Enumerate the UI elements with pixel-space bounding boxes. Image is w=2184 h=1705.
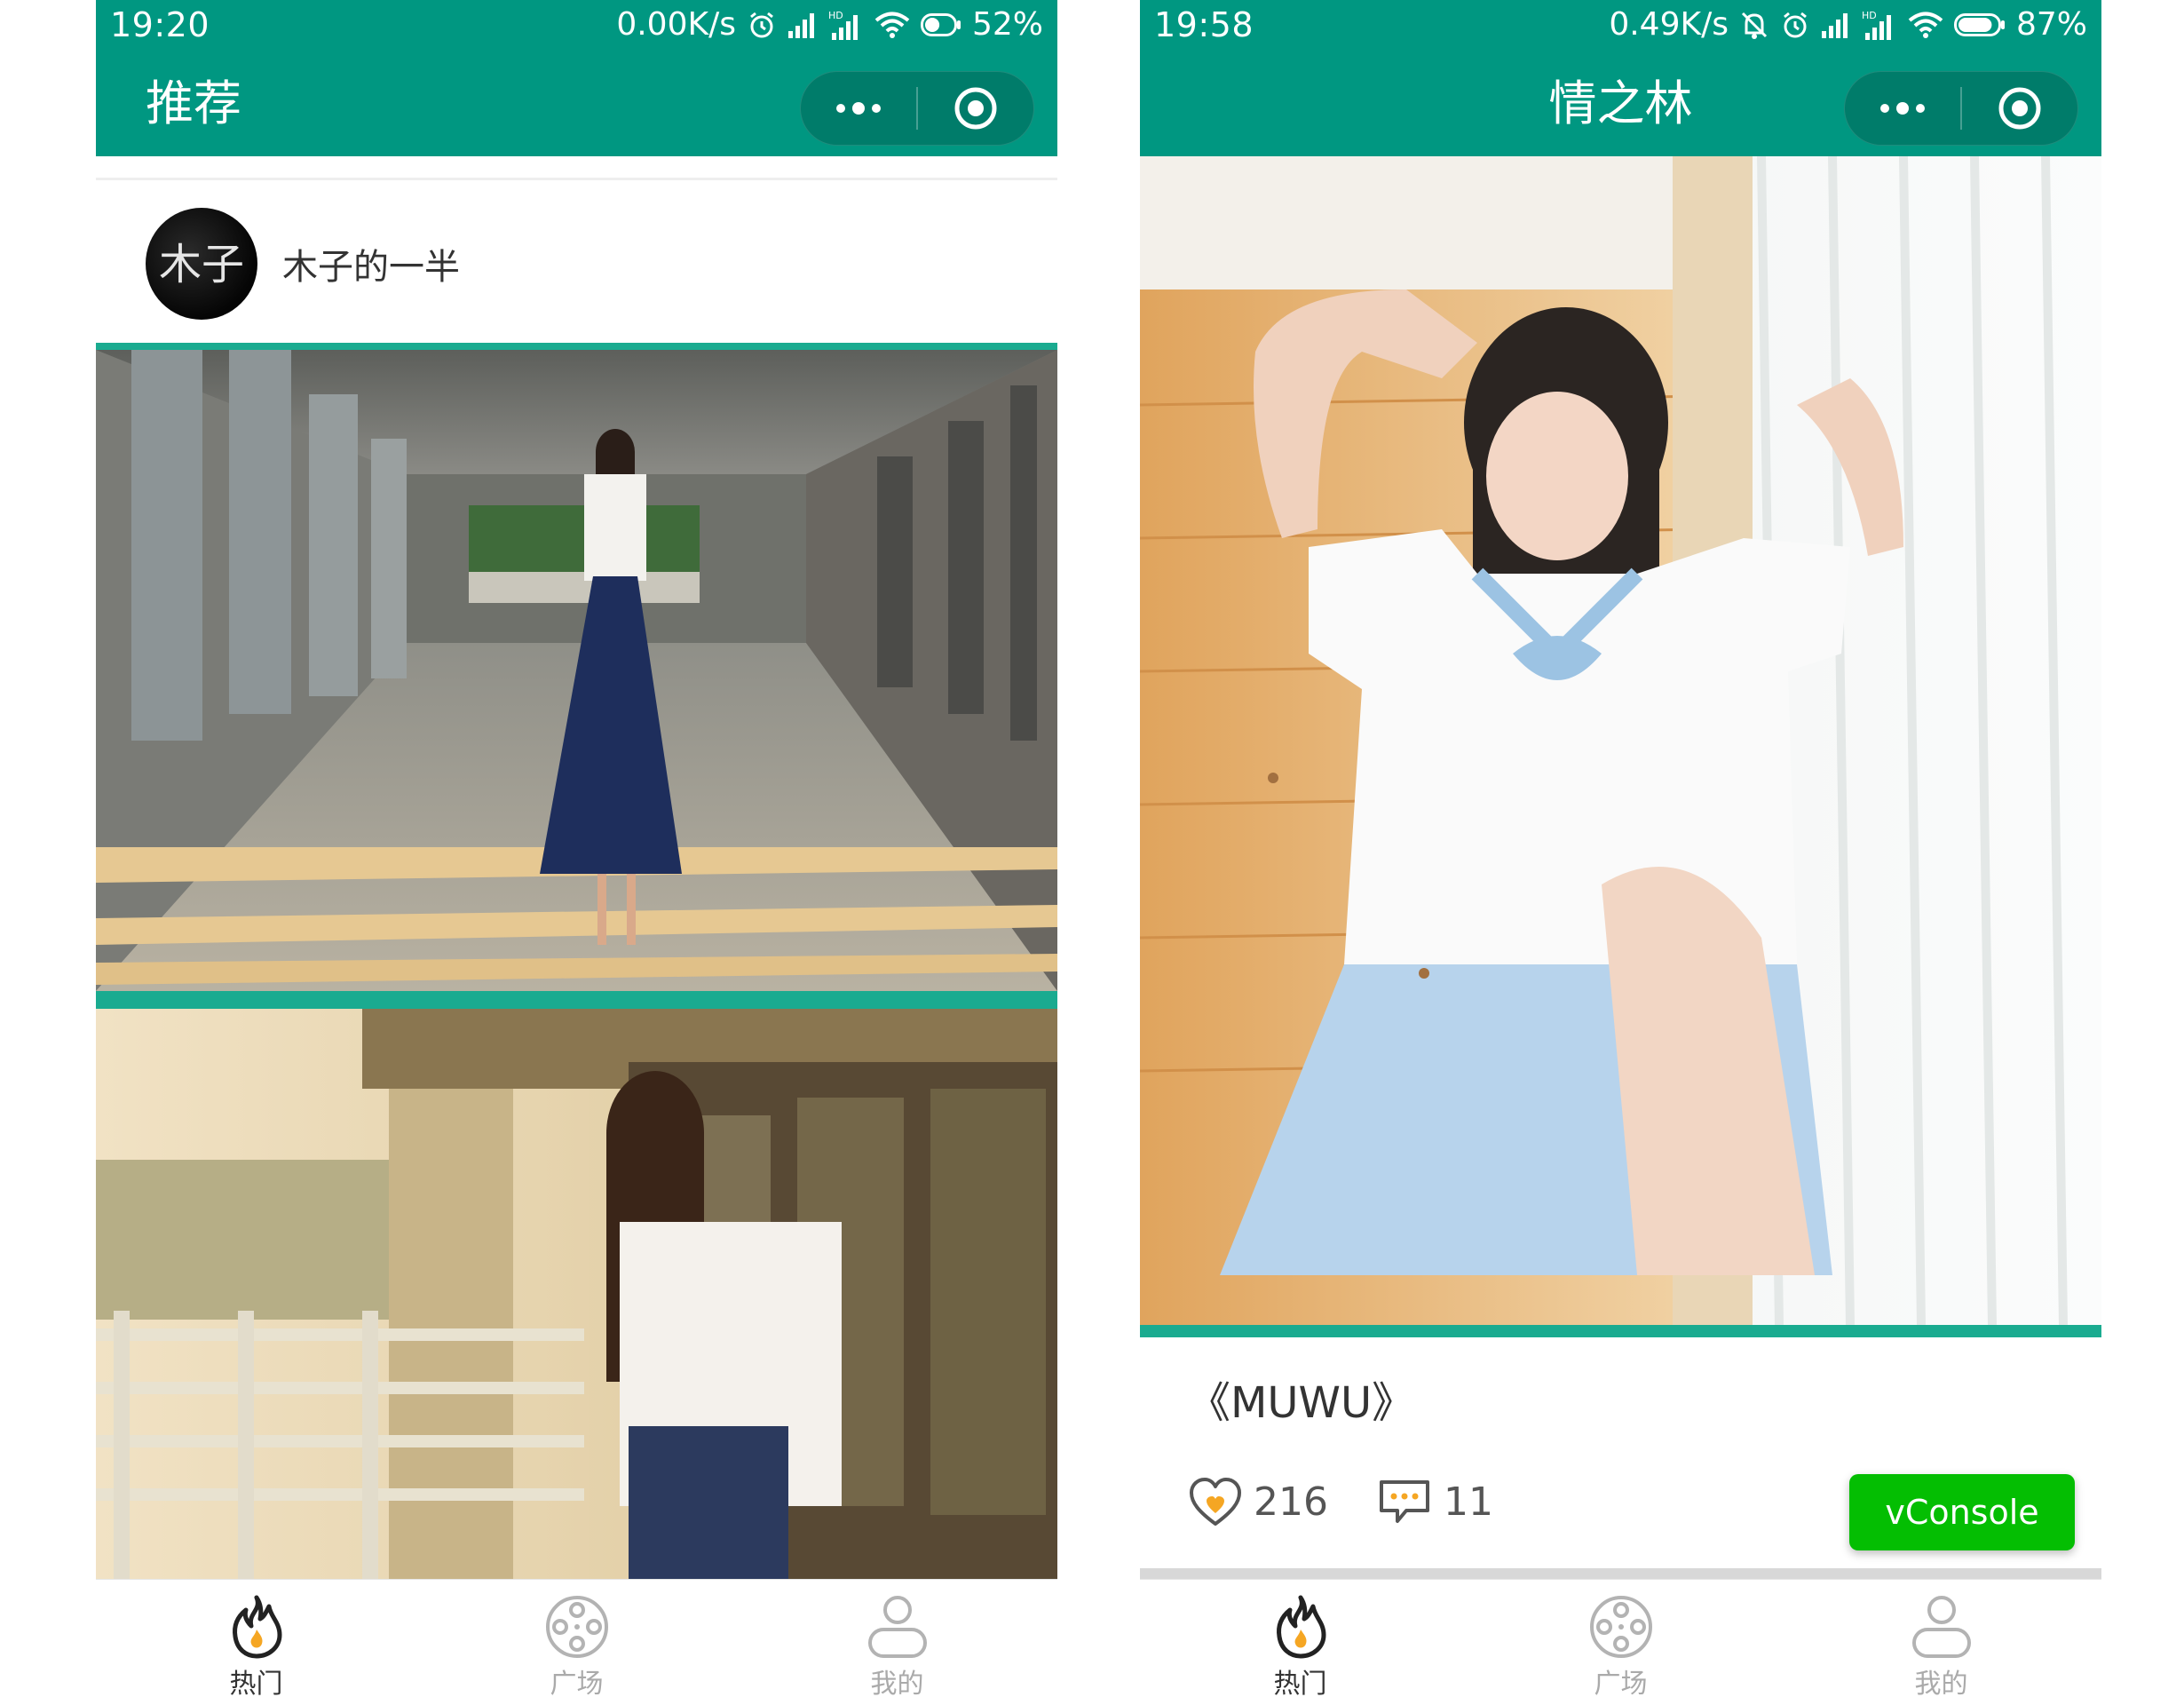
tab-mine[interactable]: 我的 xyxy=(737,1580,1057,1705)
network-speed: 0.49K/s xyxy=(1609,6,1729,43)
film-reel-icon xyxy=(1587,1592,1656,1661)
post-stats: 216 11 xyxy=(1188,1471,1541,1533)
tab-mine[interactable]: 我的 xyxy=(1781,1580,2101,1705)
flame-icon xyxy=(1266,1592,1335,1661)
author-row[interactable]: 木子 木子的一半 xyxy=(146,208,460,320)
status-icons: 0.00K/s HD 52% xyxy=(616,7,1043,43)
heart-icon xyxy=(1190,1478,1241,1526)
film-reel-icon xyxy=(542,1592,612,1661)
target-close-icon xyxy=(1998,87,2041,130)
avatar-label: 木子 xyxy=(159,240,244,289)
close-mini-program-button[interactable] xyxy=(1962,72,2077,145)
hd-label: HD xyxy=(828,10,843,21)
close-mini-program-button[interactable] xyxy=(918,72,1033,145)
phone-screen-right: 19:58 0.49K/s HD 87% 情之林 《MUWU》 216 11 v… xyxy=(1140,0,2101,1705)
flame-icon xyxy=(222,1592,291,1661)
more-dots-icon xyxy=(1880,102,1925,115)
tab-label-hot: 热门 xyxy=(229,1669,283,1700)
author-name: 木子的一半 xyxy=(282,247,460,288)
person-icon xyxy=(863,1592,932,1661)
phone-screen-left: 19:20 0.00K/s HD 52% 推荐 木子 木子的一半 热门 广场 我… xyxy=(96,0,1057,1705)
tab-plaza[interactable]: 广场 xyxy=(1460,1580,1781,1705)
target-close-icon xyxy=(954,87,997,130)
like-button[interactable]: 216 xyxy=(1188,1476,1328,1527)
bottom-tab-bar: 热门 广场 我的 xyxy=(1140,1579,2101,1705)
hd-signal-icon: HD xyxy=(1862,10,1897,40)
post-photo-corridor[interactable] xyxy=(96,350,1057,991)
tab-hot[interactable]: 热门 xyxy=(1140,1580,1460,1705)
tab-label-plaza: 广场 xyxy=(550,1669,604,1700)
battery-percent: 52% xyxy=(971,6,1043,43)
bottom-tab-bar: 热门 广场 我的 xyxy=(96,1579,1057,1705)
photo-bottom-accent-bar xyxy=(1140,1325,2101,1337)
like-count: 216 xyxy=(1254,1479,1328,1525)
bell-muted-icon xyxy=(1739,10,1769,40)
page-title: 推荐 xyxy=(146,75,241,131)
more-dots-icon xyxy=(836,102,881,115)
header-divider xyxy=(96,178,1057,180)
vconsole-button[interactable]: vConsole xyxy=(1849,1474,2075,1550)
photo-top-accent-bar xyxy=(96,343,1057,350)
status-icons: 0.49K/s HD 87% xyxy=(1609,7,2087,43)
post-photo-balcony[interactable] xyxy=(96,1009,1057,1579)
battery-percent: 87% xyxy=(2015,6,2087,43)
comment-button[interactable]: 11 xyxy=(1376,1477,1493,1527)
wifi-icon xyxy=(1908,10,1943,40)
photo-separator-bar xyxy=(96,991,1057,1009)
avatar[interactable]: 木子 xyxy=(146,208,257,320)
comment-bubble-icon xyxy=(1379,1480,1429,1523)
more-menu-button[interactable] xyxy=(1845,72,1960,145)
wifi-icon xyxy=(874,10,910,40)
person-icon xyxy=(1907,1592,1976,1661)
mini-program-capsule xyxy=(800,71,1034,146)
tab-hot[interactable]: 热门 xyxy=(96,1580,416,1705)
post-title: 《MUWU》 xyxy=(1188,1378,1415,1428)
mini-program-capsule xyxy=(1844,71,2078,146)
header-bar: 19:58 0.49K/s HD 87% 情之林 xyxy=(1140,0,2101,156)
tab-plaza[interactable]: 广场 xyxy=(416,1580,737,1705)
signal-icon xyxy=(787,10,818,40)
tab-label-mine: 我的 xyxy=(870,1669,924,1700)
tab-label-plaza: 广场 xyxy=(1594,1669,1648,1700)
alarm-icon xyxy=(747,10,777,40)
status-time: 19:58 xyxy=(1154,5,1254,44)
signal-icon xyxy=(1821,10,1851,40)
header-bar: 19:20 0.00K/s HD 52% 推荐 xyxy=(96,0,1057,156)
hd-label: HD xyxy=(1862,10,1877,21)
status-time: 19:20 xyxy=(110,5,210,44)
network-speed: 0.00K/s xyxy=(616,6,736,43)
tab-label-hot: 热门 xyxy=(1273,1669,1327,1700)
more-menu-button[interactable] xyxy=(801,72,916,145)
battery-icon xyxy=(920,10,961,40)
alarm-icon xyxy=(1780,10,1810,40)
hd-signal-icon: HD xyxy=(828,10,864,40)
comment-count: 11 xyxy=(1443,1479,1493,1525)
battery-icon xyxy=(1953,10,2006,40)
card-separator xyxy=(1140,1568,2101,1579)
tab-label-mine: 我的 xyxy=(1914,1669,1968,1700)
post-photo-main[interactable] xyxy=(1140,156,2101,1325)
